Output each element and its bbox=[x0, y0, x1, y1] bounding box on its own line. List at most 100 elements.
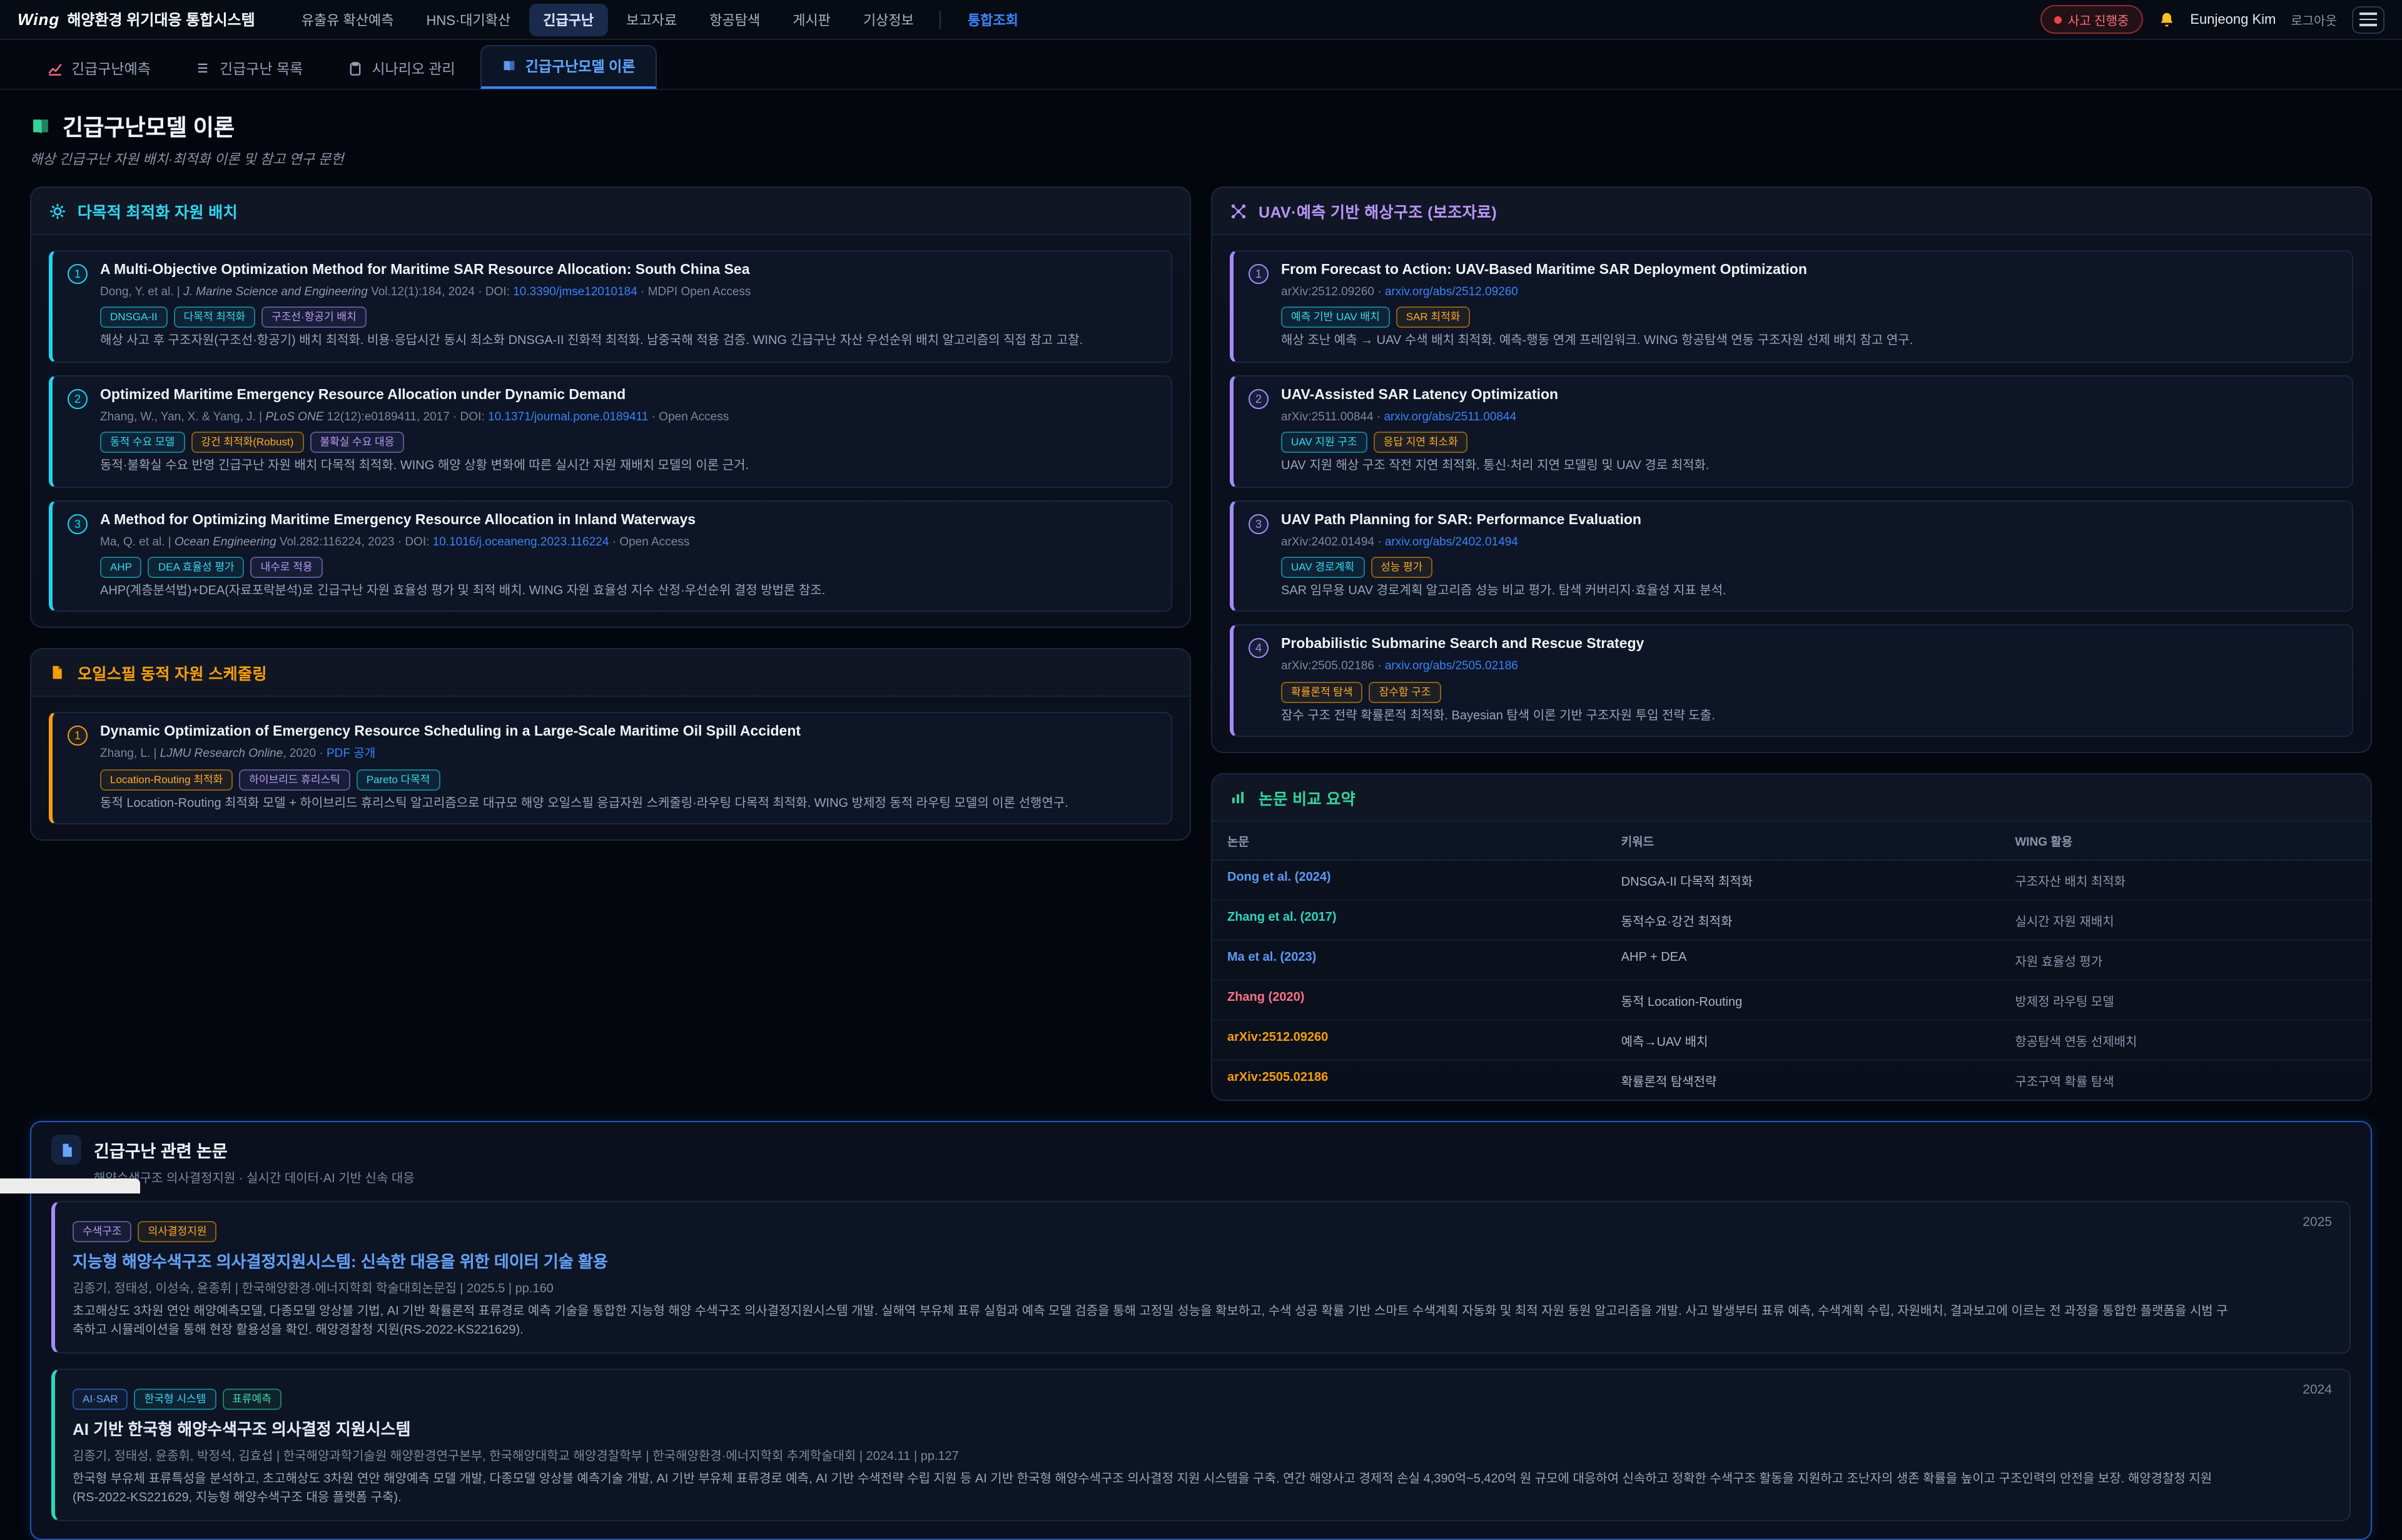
doi-link[interactable]: 10.3390/jmse12010184 bbox=[513, 285, 637, 299]
paper-authors: Dong, Y. et al. | bbox=[100, 285, 183, 299]
paper-tags: 수색구조 의사결정지원 bbox=[73, 1221, 2237, 1242]
paper-meta-mid: 12(12):e0189411, 2017 · DOI: bbox=[323, 410, 488, 423]
section-header: 긴급구난 관련 논문 bbox=[31, 1122, 2371, 1167]
incident-dot-icon bbox=[2054, 16, 2062, 23]
paper-number-badge: 1 bbox=[1249, 264, 1269, 284]
tab-rescue-prediction[interactable]: 긴급구난예측 bbox=[28, 49, 171, 89]
wing-usage-cell: 구조자산 배치 최적화 bbox=[2000, 860, 2371, 900]
section-oil-spill-scheduling: 오일스필 동적 자원 스케줄링 1 Dynamic Optimization o… bbox=[30, 649, 1191, 841]
doi-link[interactable]: 10.1016/j.oceaneng.2023.116224 bbox=[433, 535, 609, 549]
hamburger-menu-icon[interactable] bbox=[2352, 6, 2384, 33]
arxiv-link[interactable]: arxiv.org/abs/2512.09260 bbox=[1385, 285, 1518, 299]
paper-link[interactable]: Ma et al. (2023) bbox=[1227, 951, 1316, 965]
paper-journal: J. Marine Science and Engineering bbox=[183, 285, 368, 299]
paper-list: 2025 수색구조 의사결정지원 지능형 해양수색구조 의사결정지원시스템: 신… bbox=[31, 1196, 2371, 1539]
tag-pill: DEA 효율성 평가 bbox=[148, 557, 245, 578]
paper-journal: LJMU Research Online bbox=[160, 747, 283, 761]
tab-scenario-management[interactable]: 시나리오 관리 bbox=[328, 49, 475, 89]
paper-body: UAV-Assisted SAR Latency Optimization ar… bbox=[1281, 387, 2337, 477]
list-icon bbox=[196, 61, 211, 76]
nav-item-weather[interactable]: 기상정보 bbox=[849, 3, 928, 36]
paper-link[interactable]: arXiv:2505.02186 bbox=[1227, 1071, 1328, 1085]
notification-bell-icon[interactable] bbox=[2157, 11, 2175, 28]
nav-item-reports[interactable]: 보고자료 bbox=[612, 3, 691, 36]
nav-item-rescue[interactable]: 긴급구난 bbox=[529, 3, 607, 36]
paper-meta-mid: , 2020 · bbox=[283, 747, 327, 761]
tag-pill: AHP bbox=[100, 557, 142, 578]
tag-pill: 하이브리드 휴리스틱 bbox=[239, 769, 350, 790]
paper-meta: Zhang, L. | LJMU Research Online, 2020 ·… bbox=[100, 746, 1156, 763]
table-row: arXiv:2505.02186 확률론적 탐색전략 구조구역 확률 탐색 bbox=[1212, 1060, 2371, 1100]
keyword-cell: DNSGA-II 다목적 최적화 bbox=[1606, 860, 2000, 900]
paper-tags: 확률론적 탐색 잠수함 구조 bbox=[1281, 681, 2337, 702]
incident-status-badge: 사고 진행중 bbox=[2040, 5, 2143, 34]
clipboard-icon bbox=[348, 61, 363, 76]
paper-meta: 김종기, 정태성, 이성숙, 윤종휘 | 한국해양환경·에너지학회 학술대회논문… bbox=[73, 1277, 2237, 1296]
tab-rescue-model-theory[interactable]: 긴급구난모델 이론 bbox=[480, 45, 657, 89]
tab-rescue-list[interactable]: 긴급구난 목록 bbox=[176, 49, 323, 89]
paper-link[interactable]: arXiv:2512.09260 bbox=[1227, 1031, 1328, 1045]
keyword-cell: 동적수요·강건 최적화 bbox=[1606, 900, 2000, 940]
paper-body: Probabilistic Submarine Search and Rescu… bbox=[1281, 636, 2337, 726]
paper-authors: Ma, Q. et al. | bbox=[100, 535, 175, 549]
paper-link[interactable]: Zhang et al. (2017) bbox=[1227, 911, 1337, 925]
nav-item-aerial-search[interactable]: 항공탐색 bbox=[696, 3, 774, 36]
paper-number-badge: 3 bbox=[68, 514, 88, 534]
logout-button[interactable]: 로그아웃 bbox=[2291, 10, 2337, 29]
nav-item-oil-spill[interactable]: 유출유 확산예측 bbox=[288, 3, 408, 36]
paper-description: 초고해상도 3차원 연안 해양예측모델, 다종모델 앙상블 기법, AI 기반 … bbox=[73, 1302, 2237, 1340]
page-title: 긴급구난모델 이론 bbox=[30, 110, 2372, 143]
paper-title: UAV-Assisted SAR Latency Optimization bbox=[1281, 387, 2337, 405]
arxiv-link[interactable]: arxiv.org/abs/2511.00844 bbox=[1384, 410, 1516, 423]
left-column: 다목적 최적화 자원 배치 1 A Multi-Objective Optimi… bbox=[30, 186, 1191, 841]
paper-description: 해상 조난 예측 → UAV 수색 배치 최적화. 예측-행동 연계 프레임워크… bbox=[1281, 333, 2337, 352]
section-header: 오일스필 동적 자원 스케줄링 bbox=[31, 650, 1190, 697]
col-header-wing: WING 활용 bbox=[2000, 822, 2371, 860]
arxiv-link[interactable]: arxiv.org/abs/2402.01494 bbox=[1385, 535, 1518, 549]
paper-description: 동적·불확실 수요 반영 긴급구난 자원 배치 다목적 최적화. WING 해양… bbox=[100, 458, 1156, 476]
main-content: 긴급구난모델 이론 해상 긴급구난 자원 배치·최적화 이론 및 참고 연구 문… bbox=[0, 90, 2402, 1540]
keyword-cell: 예측→UAV 배치 bbox=[1606, 1020, 2000, 1060]
prediction-chart-icon bbox=[48, 61, 63, 76]
paper-body: Dynamic Optimization of Emergency Resour… bbox=[100, 724, 1156, 814]
nav-divider bbox=[940, 11, 941, 28]
tag-pill: Pareto 다목적 bbox=[357, 769, 440, 790]
table-row: arXiv:2512.09260 예측→UAV 배치 항공탐색 연동 선제배치 bbox=[1212, 1020, 2371, 1060]
app-logo[interactable]: Wing 해양환경 위기대응 통합시스템 bbox=[18, 9, 255, 30]
table-row: Ma et al. (2023) AHP + DEA 자원 효율성 평가 bbox=[1212, 940, 2371, 980]
doi-link[interactable]: 10.1371/journal.pone.0189411 bbox=[488, 410, 648, 423]
paper-title: UAV Path Planning for SAR: Performance E… bbox=[1281, 511, 2337, 530]
paper-card: 4 Probabilistic Submarine Search and Res… bbox=[1230, 625, 2353, 737]
paper-title-link[interactable]: AI 기반 한국형 해양수색구조 의사결정 지원시스템 bbox=[73, 1416, 2237, 1440]
nav-item-board[interactable]: 게시판 bbox=[779, 3, 844, 36]
tag-pill: 한국형 시스템 bbox=[134, 1389, 216, 1410]
tab-label: 긴급구난예측 bbox=[71, 59, 151, 79]
pdf-link[interactable]: PDF 공개 bbox=[327, 747, 375, 761]
sub-tabbar: 긴급구난예측 긴급구난 목록 시나리오 관리 긴급구난모델 이론 bbox=[0, 40, 2402, 90]
paper-number-badge: 1 bbox=[68, 264, 88, 284]
nav-item-hns[interactable]: HNS·대기확산 bbox=[413, 3, 525, 36]
arxiv-id: arXiv:2511.00844 · bbox=[1281, 410, 1384, 423]
paper-link[interactable]: Zhang (2020) bbox=[1227, 991, 1304, 1005]
gear-icon bbox=[49, 202, 66, 220]
section-title: 다목적 최적화 자원 배치 bbox=[78, 199, 238, 223]
content-grid: 다목적 최적화 자원 배치 1 A Multi-Objective Optimi… bbox=[30, 186, 2372, 1101]
arxiv-link[interactable]: arxiv.org/abs/2505.02186 bbox=[1385, 660, 1518, 674]
paper-tags: Location-Routing 최적화 하이브리드 휴리스틱 Pareto 다… bbox=[100, 769, 1156, 790]
section-header: UAV·예측 기반 해상구조 (보조자료) bbox=[1212, 188, 2371, 235]
paper-description: UAV 지원 해상 구조 작전 지연 최적화. 통신·처리 지연 모델링 및 U… bbox=[1281, 458, 2337, 476]
paper-card: 1 Dynamic Optimization of Emergency Reso… bbox=[49, 712, 1172, 825]
section-title: 오일스필 동적 자원 스케줄링 bbox=[78, 661, 267, 685]
paper-link[interactable]: Dong et al. (2024) bbox=[1227, 871, 1331, 884]
table-header-row: 논문 키워드 WING 활용 bbox=[1212, 822, 2371, 860]
nav-item-integrated-search[interactable]: 통합조회 bbox=[954, 3, 1032, 36]
user-name[interactable]: Eunjeong Kim bbox=[2190, 12, 2276, 27]
paper-description: 해상 사고 후 구조자원(구조선·항공기) 배치 최적화. 비용·응답시간 동시… bbox=[100, 333, 1156, 352]
arxiv-id: arXiv:2505.02186 · bbox=[1281, 660, 1385, 674]
paper-body: From Forecast to Action: UAV-Based Marit… bbox=[1281, 261, 2337, 352]
table-row: Zhang (2020) 동적 Location-Routing 방제정 라우팅… bbox=[1212, 980, 2371, 1020]
paper-body: Optimized Maritime Emergency Resource Al… bbox=[100, 387, 1156, 477]
paper-number-badge: 3 bbox=[1249, 514, 1269, 534]
paper-journal: PLoS ONE bbox=[265, 410, 323, 423]
paper-title-link[interactable]: 지능형 해양수색구조 의사결정지원시스템: 신속한 대응을 위한 데이터 기술 … bbox=[73, 1249, 2237, 1272]
